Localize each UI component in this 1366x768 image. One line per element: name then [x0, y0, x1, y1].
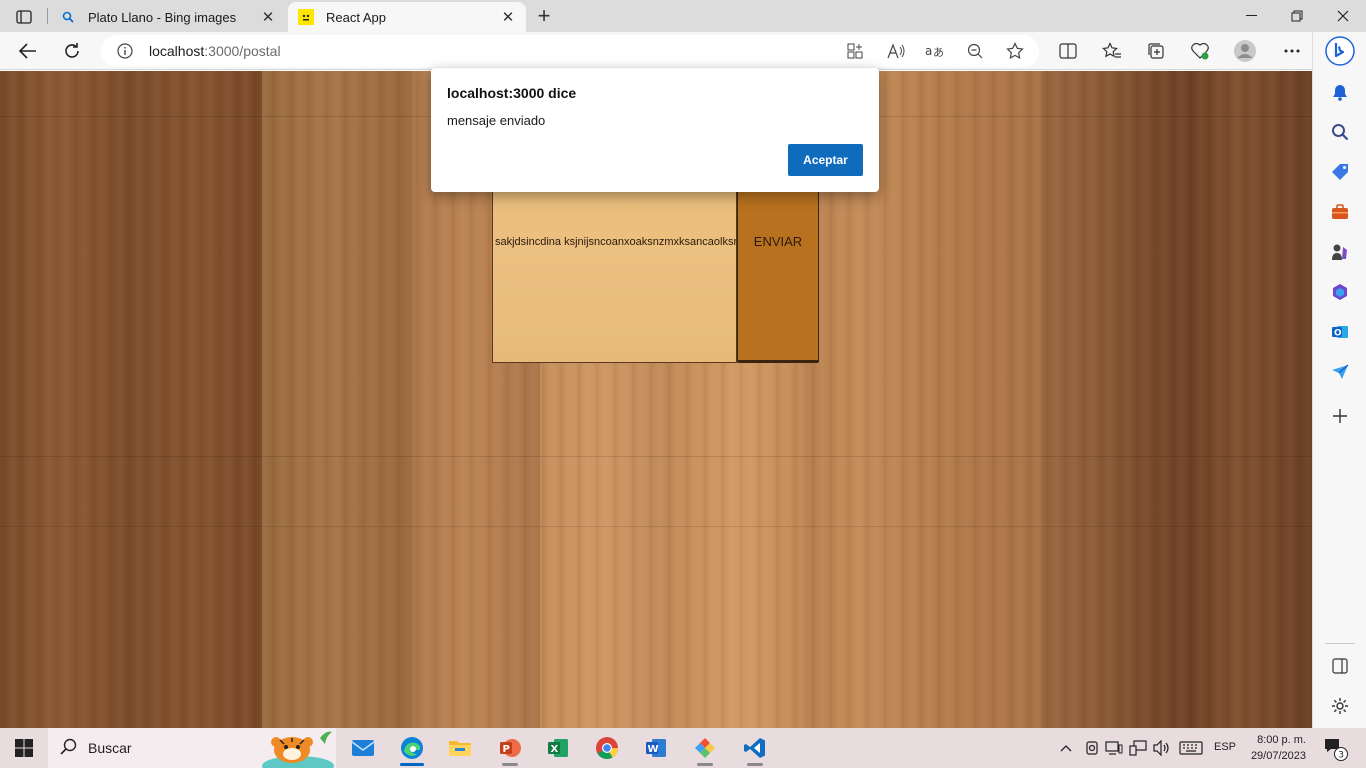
windows-taskbar: Buscar P X W ESP 8:00 p. m. 29/07/2023 3	[0, 728, 1366, 768]
url-text: localhost:3000/postal	[149, 43, 281, 59]
notification-center-icon[interactable]: 3	[1322, 736, 1348, 762]
read-aloud-icon[interactable]	[884, 40, 908, 62]
address-bar[interactable]: localhost:3000/postal aあ	[101, 35, 1039, 67]
edge-app-icon[interactable]	[392, 732, 432, 766]
chrome-icon[interactable]	[587, 732, 627, 764]
restore-button[interactable]	[1274, 0, 1320, 32]
tab-bing-images[interactable]: Plato Llano - Bing images ✕	[50, 2, 286, 32]
tab-react-app[interactable]: React App ✕	[288, 2, 526, 32]
git-client-icon[interactable]	[685, 732, 725, 766]
search-icon[interactable]	[1328, 120, 1352, 144]
word-icon[interactable]: W	[636, 732, 676, 764]
mail-app-icon[interactable]	[343, 732, 383, 764]
vscode-icon[interactable]	[735, 732, 775, 766]
split-screen-icon[interactable]	[1054, 37, 1082, 65]
sidebar-divider	[1325, 643, 1355, 644]
bing-search-icon	[60, 9, 76, 25]
clock-date: 29/07/2023	[1250, 750, 1306, 762]
tab-actions-icon[interactable]	[10, 6, 38, 28]
translate-icon[interactable]: aあ	[923, 40, 947, 62]
tab-close-icon[interactable]: ✕	[500, 9, 516, 26]
microsoft-365-icon[interactable]	[1328, 280, 1352, 304]
powerpoint-icon[interactable]: P	[490, 732, 530, 766]
zoom-out-icon[interactable]	[963, 40, 987, 62]
input-language-indicator[interactable]: ESP	[1214, 741, 1236, 753]
back-button[interactable]	[14, 37, 42, 65]
system-clock[interactable]: 8:00 p. m. 29/07/2023	[1244, 732, 1306, 764]
network-icon[interactable]	[1128, 738, 1148, 758]
browser-toolbar: localhost:3000/postal aあ	[0, 32, 1312, 70]
windows-start-icon[interactable]	[14, 738, 34, 758]
svg-text:a: a	[925, 44, 932, 58]
tab-title: Plato Llano - Bing images	[88, 9, 237, 25]
taskbar-search-box[interactable]: Buscar	[48, 728, 336, 768]
games-icon[interactable]	[1328, 240, 1352, 264]
hide-sidebar-icon[interactable]	[1328, 654, 1352, 678]
tab-title: React App	[326, 9, 386, 25]
search-highlight-tiger-icon	[258, 728, 336, 768]
notification-count: 3	[1338, 751, 1344, 761]
tab-separator	[47, 8, 48, 24]
refresh-button[interactable]	[58, 37, 86, 65]
svg-text:あ: あ	[933, 46, 944, 59]
minimize-button[interactable]	[1228, 0, 1274, 32]
svg-text:X: X	[551, 744, 559, 755]
tab-close-icon[interactable]: ✕	[260, 9, 276, 26]
tools-briefcase-icon[interactable]	[1328, 200, 1352, 224]
favorites-icon[interactable]	[1098, 37, 1126, 65]
favorite-star-icon[interactable]	[1003, 40, 1027, 62]
clock-time: 8:00 p. m.	[1257, 734, 1306, 746]
running-indicator	[747, 763, 763, 766]
excel-icon[interactable]: X	[538, 732, 578, 764]
send-button[interactable]: ENVIAR	[737, 176, 819, 363]
browser-essentials-icon[interactable]	[1186, 37, 1214, 65]
apps-icon[interactable]	[843, 40, 867, 62]
running-indicator	[400, 763, 424, 766]
running-indicator	[697, 763, 713, 766]
outlook-icon[interactable]: O	[1328, 320, 1352, 344]
file-explorer-icon[interactable]	[440, 732, 480, 764]
shopping-tag-icon[interactable]	[1328, 160, 1352, 184]
site-info-icon[interactable]	[117, 43, 133, 59]
accept-button[interactable]: Aceptar	[788, 144, 863, 176]
wood-seam	[0, 526, 1312, 527]
svg-text:W: W	[648, 744, 659, 755]
postal-card[interactable]: sakjdsincdina ksjnijsncoanxoaksnzmxksanc…	[492, 176, 737, 363]
collections-icon[interactable]	[1142, 37, 1170, 65]
svg-text:O: O	[1334, 329, 1342, 339]
send-plane-icon[interactable]	[1328, 360, 1352, 384]
touch-keyboard-icon[interactable]	[1178, 738, 1204, 758]
show-hidden-icons-chevron-icon[interactable]	[1058, 738, 1074, 758]
dialog-message: mensaje enviado	[447, 113, 546, 128]
running-indicator	[502, 763, 518, 766]
add-sidebar-item-icon[interactable]	[1328, 404, 1352, 428]
settings-more-icon[interactable]	[1278, 37, 1306, 65]
react-app-favicon	[298, 9, 314, 25]
wood-seam	[0, 456, 1312, 457]
meet-now-icon[interactable]	[1082, 738, 1102, 758]
devices-icon[interactable]	[1104, 738, 1124, 758]
volume-icon[interactable]	[1152, 738, 1172, 758]
notifications-bell-icon[interactable]	[1328, 80, 1352, 104]
svg-text:P: P	[503, 744, 510, 755]
search-placeholder: Buscar	[88, 740, 132, 756]
edge-sidebar: O	[1312, 32, 1366, 728]
search-icon	[60, 738, 80, 758]
alert-dialog: localhost:3000 dice mensaje enviado Acep…	[431, 68, 879, 192]
profile-avatar[interactable]	[1231, 37, 1259, 65]
new-tab-button[interactable]: +	[532, 3, 556, 28]
close-window-button[interactable]	[1320, 0, 1366, 32]
browser-title-bar: Plato Llano - Bing images ✕ React App ✕ …	[0, 0, 1366, 32]
dialog-title: localhost:3000 dice	[447, 85, 577, 101]
postal-message-text[interactable]: sakjdsincdina ksjnijsncoanxoaksnzmxksanc…	[495, 236, 737, 248]
sidebar-settings-gear-icon[interactable]	[1328, 694, 1352, 718]
bing-chat-icon[interactable]	[1325, 36, 1355, 66]
